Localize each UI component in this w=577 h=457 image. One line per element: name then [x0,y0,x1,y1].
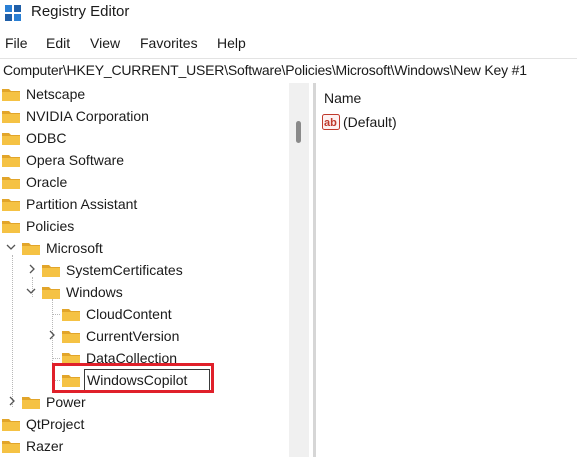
chevron-down-icon[interactable] [6,242,16,252]
menu-favorites[interactable]: Favorites [140,35,198,51]
folder-icon [2,155,20,167]
menu-edit[interactable]: Edit [46,35,70,51]
folder-icon [2,221,20,233]
scrollbar-thumb[interactable] [296,121,301,143]
folder-icon [2,419,20,431]
registry-key-tree[interactable]: Netscape NVIDIA Corporation ODBC Opera S… [0,83,289,457]
folder-icon [22,397,40,409]
tree-item-label: CurrentVersion [86,328,180,344]
menu-view[interactable]: View [90,35,120,51]
title-bar: Registry Editor [0,0,577,28]
folder-icon [2,111,20,123]
folder-icon [2,133,20,145]
chevron-right-icon[interactable] [7,396,17,406]
window-title: Registry Editor [31,3,130,20]
menu-file[interactable]: File [5,35,28,51]
tree-guide [52,314,60,315]
chevron-right-icon[interactable] [47,330,57,340]
tree-item-label: Opera Software [26,152,125,168]
menu-bar: File Edit View Favorites Help [0,33,577,55]
folder-icon [2,89,20,101]
tree-item-label: NVIDIA Corporation [26,108,149,124]
values-pane[interactable]: Name ab (Default) [316,83,577,457]
menu-help[interactable]: Help [217,35,246,51]
tree-item-label: QtProject [26,416,85,432]
address-path[interactable]: Computer\HKEY_CURRENT_USER\Software\Poli… [3,62,527,78]
folder-icon [2,177,20,189]
svg-text:ab: ab [324,117,337,129]
tree-item-label: Policies [26,218,75,234]
tree-item-label: SystemCertificates [66,262,183,278]
value-name: (Default) [343,114,397,130]
registry-editor-icon [5,5,21,21]
chevron-right-icon[interactable] [27,264,37,274]
tree-item-label: CloudContent [86,306,172,322]
column-header-name[interactable]: Name [324,90,361,106]
folder-icon [2,199,20,211]
tree-item-label: Windows [66,284,123,300]
folder-icon [42,287,60,299]
tree-item-label: ODBC [26,130,67,146]
tree-scrollbar[interactable] [289,83,309,457]
tree-item-label: Oracle [26,174,68,190]
address-bar[interactable]: Computer\HKEY_CURRENT_USER\Software\Poli… [0,58,577,83]
tree-item-label: Microsoft [46,240,103,256]
folder-icon [62,331,80,343]
tree-item-label: Razer [26,438,64,454]
folder-icon [2,441,20,453]
tree-item-label: Netscape [26,86,86,102]
string-value-icon: ab [322,114,340,130]
tree-item-label: Partition Assistant [26,196,138,212]
folder-icon [22,243,40,255]
tree-guide [52,358,60,359]
tree-item-label: Power [46,394,86,410]
tree-guide [12,255,13,407]
folder-icon [62,309,80,321]
folder-icon [42,265,60,277]
highlight-annotation [52,363,214,393]
chevron-down-icon[interactable] [26,286,36,296]
